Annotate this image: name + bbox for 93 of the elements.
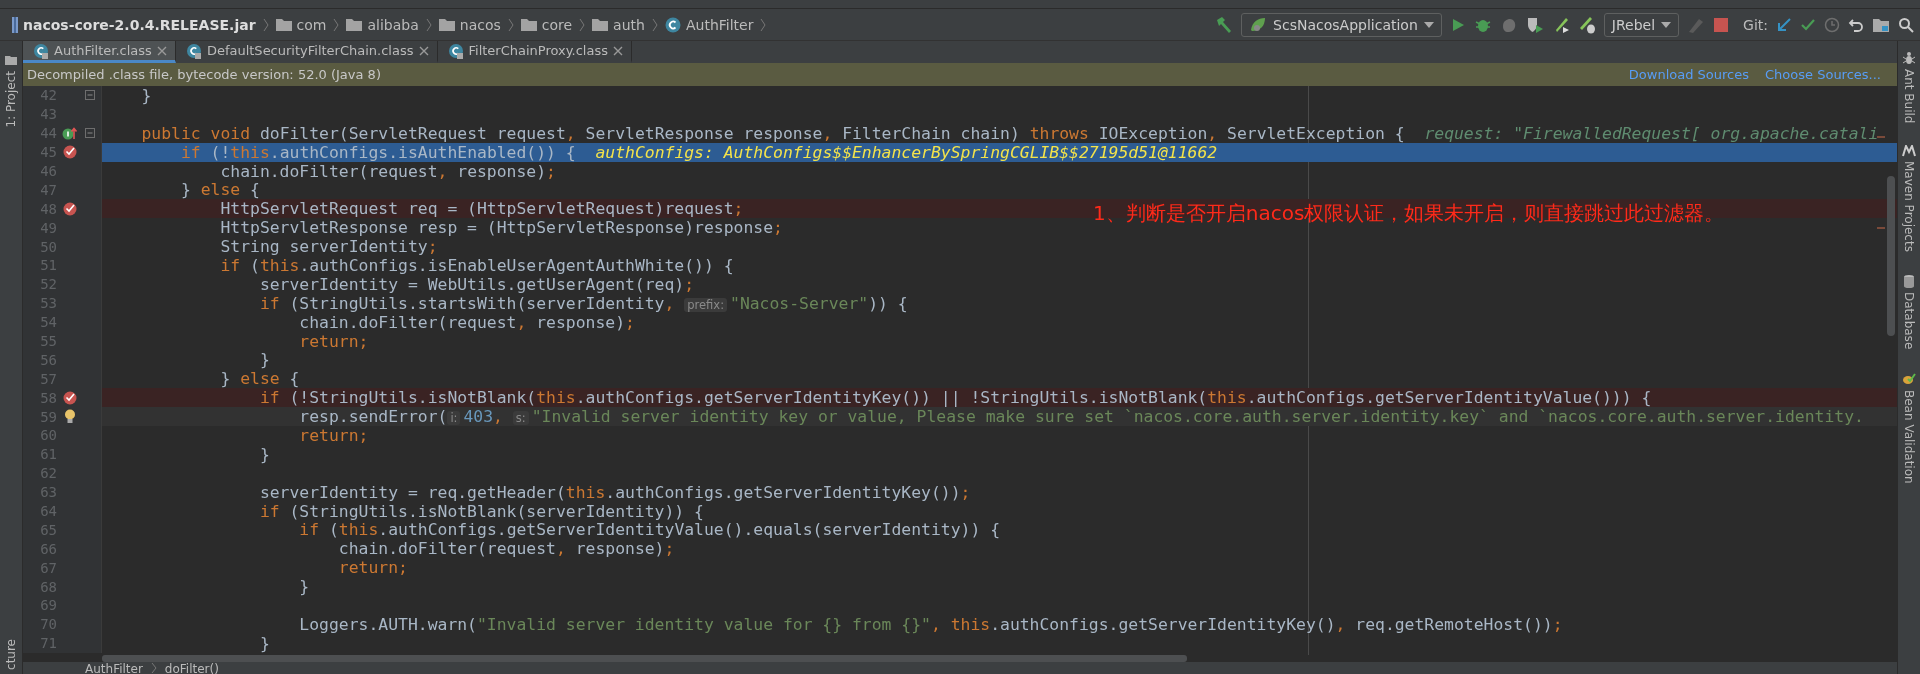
scrollbar[interactable] bbox=[102, 655, 1187, 662]
code-line: if (StringUtils.startsWith(serverIdentity, prefix: "Nacos-Server")) { bbox=[258, 294, 908, 315]
chevron-icon bbox=[507, 17, 514, 32]
code-line: if (this.authConfigs.isEnableUserAgentAuthWhite()) { bbox=[219, 257, 734, 276]
search-icon[interactable] bbox=[1898, 16, 1914, 33]
code-line: Loggers.AUTH.warn("Invalid server identity value for {} from {}", this.authConfigs.getServerIdentityKey(), req.getRemoteHost()); bbox=[298, 615, 1563, 635]
class-icon bbox=[664, 16, 681, 33]
tool-window-tab[interactable]: Maven Projects bbox=[1902, 161, 1916, 253]
code-line: if (StringUtils.isNotBlank(serverIdentity)) { bbox=[258, 502, 704, 522]
jrebel-dropdown[interactable]: JRebel bbox=[1603, 12, 1680, 37]
chevron-icon bbox=[579, 17, 586, 32]
jar-icon bbox=[12, 16, 18, 33]
code-line: chain.doFilter(request, response); bbox=[219, 162, 556, 182]
breadcrumb-item[interactable]: auth bbox=[613, 16, 645, 33]
database-icon[interactable] bbox=[1903, 274, 1915, 289]
code-line: chain.doFilter(request, response); bbox=[337, 540, 675, 560]
chevron-icon bbox=[760, 17, 767, 32]
tool-window-tab[interactable]: cture bbox=[4, 639, 18, 670]
code-line: return; bbox=[298, 427, 369, 446]
close-icon[interactable] bbox=[613, 45, 623, 56]
code-line: } bbox=[298, 578, 310, 598]
folder-icon bbox=[592, 18, 609, 31]
arrow-icon[interactable] bbox=[1776, 16, 1792, 33]
code-line: } bbox=[258, 445, 270, 465]
maven-icon[interactable] bbox=[1902, 145, 1916, 158]
chevron-icon bbox=[262, 17, 269, 32]
class-icon bbox=[185, 42, 202, 59]
folder-icon bbox=[346, 18, 363, 31]
caret-icon bbox=[1661, 21, 1672, 28]
code-line: serverIdentity = req.getHeader(this.authConfigs.getServerIdentityKey()); bbox=[258, 483, 971, 503]
breadcrumb-item[interactable]: nacos bbox=[459, 16, 501, 33]
undo-icon[interactable] bbox=[1848, 16, 1864, 33]
code-line: return; bbox=[298, 332, 369, 352]
tool-window-tab[interactable]: Ant Build bbox=[1902, 69, 1916, 124]
code-line: } bbox=[258, 351, 270, 371]
code-line: public void doFilter(ServletRequest request, ServletResponse response, FilterChain chain) throws IOException, ServletException { request: "FirewalledRequest[ org.apache.catali bbox=[140, 124, 1879, 144]
code-line: } else { bbox=[219, 370, 300, 390]
editor-tab[interactable]: AuthFilter.class bbox=[23, 41, 176, 63]
folder-icon[interactable] bbox=[1872, 16, 1890, 33]
code-line: } bbox=[140, 87, 152, 106]
code-line: resp.sendError( i: 403, s: "Invalid server identity key or value, Please make sure set `nacos.core.auth.server.identity.key` and `nacos.core.auth.server.identity. bbox=[298, 408, 1864, 429]
breadcrumb-item[interactable]: core bbox=[541, 16, 573, 33]
code-line: if (this.authConfigs.getServerIdentityValue().equals(serverIdentity)) { bbox=[298, 521, 1001, 541]
code-line: chain.doFilter(request, response); bbox=[298, 313, 635, 333]
code-line: HttpServletRequest req = (HttpServletRequest)request; bbox=[219, 200, 744, 220]
hammer-icon[interactable] bbox=[1215, 15, 1234, 34]
annotation-text: 1、判断是否开启nacos权限认证，如果未开启，则直接跳过此过滤器。 bbox=[1093, 200, 1725, 227]
class-icon bbox=[33, 42, 49, 59]
folder-icon bbox=[438, 18, 455, 31]
close-icon[interactable] bbox=[418, 45, 429, 56]
banner-text: Decompiled .class file, bytecode version: 52.0 (Java 8) bbox=[27, 67, 381, 82]
close-icon[interactable] bbox=[156, 45, 167, 56]
shield-run-icon[interactable] bbox=[1525, 15, 1544, 34]
folder-icon bbox=[275, 18, 292, 31]
run-config-dropdown[interactable]: ScsNacosApplication bbox=[1241, 12, 1442, 37]
tool-window-tab[interactable]: Bean Validation bbox=[1902, 389, 1916, 484]
breadcrumb-item[interactable]: AuthFilter bbox=[85, 662, 143, 674]
stop-icon[interactable] bbox=[1713, 16, 1730, 33]
fold-icon[interactable] bbox=[85, 90, 95, 101]
code-line: if (!this.authConfigs.isAuthEnabled()) { authConfigs: AuthConfigs$$EnhancerBySpringCGLIB$$27195d51@11662 bbox=[179, 143, 1218, 163]
breadcrumb-item[interactable]: com bbox=[296, 16, 327, 33]
breadcrumb-item[interactable]: nacos-core-2.0.4.RELEASE.jar bbox=[23, 16, 256, 33]
class-icon bbox=[447, 42, 464, 59]
folder-icon bbox=[520, 18, 537, 31]
breakpoint-icon[interactable] bbox=[63, 201, 77, 216]
git-label: Git: bbox=[1743, 16, 1768, 33]
breadcrumb-item[interactable]: AuthFilter bbox=[685, 16, 754, 33]
code-line: HttpServletResponse resp = (HttpServletResponse)response; bbox=[219, 219, 783, 239]
breadcrumb-item[interactable]: doFilter() bbox=[164, 662, 219, 674]
code-line: String serverIdentity; bbox=[219, 238, 438, 258]
code-line: serverIdentity = WebUtils.getUserAgent(req); bbox=[258, 275, 695, 295]
leaf-icon bbox=[1249, 15, 1268, 34]
tool-window-tab[interactable]: 1: Project bbox=[4, 71, 18, 128]
code-line: } bbox=[258, 634, 270, 654]
chevron-icon bbox=[150, 662, 157, 674]
code-line: } else { bbox=[179, 181, 260, 201]
caret-icon bbox=[1423, 21, 1434, 28]
code-line: if (!StringUtils.isNotBlank(this.authConfigs.getServerIdentityKey()) || !StringUtils.isNotBlank(this.authConfigs.getServerIdentityValue())) { bbox=[258, 389, 1652, 409]
fold-icon[interactable] bbox=[85, 128, 95, 139]
chevron-icon bbox=[425, 17, 432, 32]
breakpoint-icon[interactable] bbox=[63, 390, 77, 405]
chevron-icon bbox=[651, 17, 658, 32]
folder-icon[interactable] bbox=[5, 55, 17, 65]
bean-icon[interactable] bbox=[1902, 371, 1916, 386]
ant-icon[interactable] bbox=[1902, 51, 1916, 65]
tool-window-tab[interactable]: Database bbox=[1902, 292, 1916, 350]
chevron-icon bbox=[333, 17, 340, 32]
breadcrumb-item[interactable]: alibaba bbox=[367, 16, 419, 33]
override-icon[interactable] bbox=[62, 126, 78, 141]
scrollbar[interactable] bbox=[1887, 176, 1895, 336]
lightbulb-icon[interactable] bbox=[64, 409, 76, 425]
breakpoint-icon[interactable] bbox=[63, 145, 77, 160]
code-line: return; bbox=[337, 559, 408, 579]
